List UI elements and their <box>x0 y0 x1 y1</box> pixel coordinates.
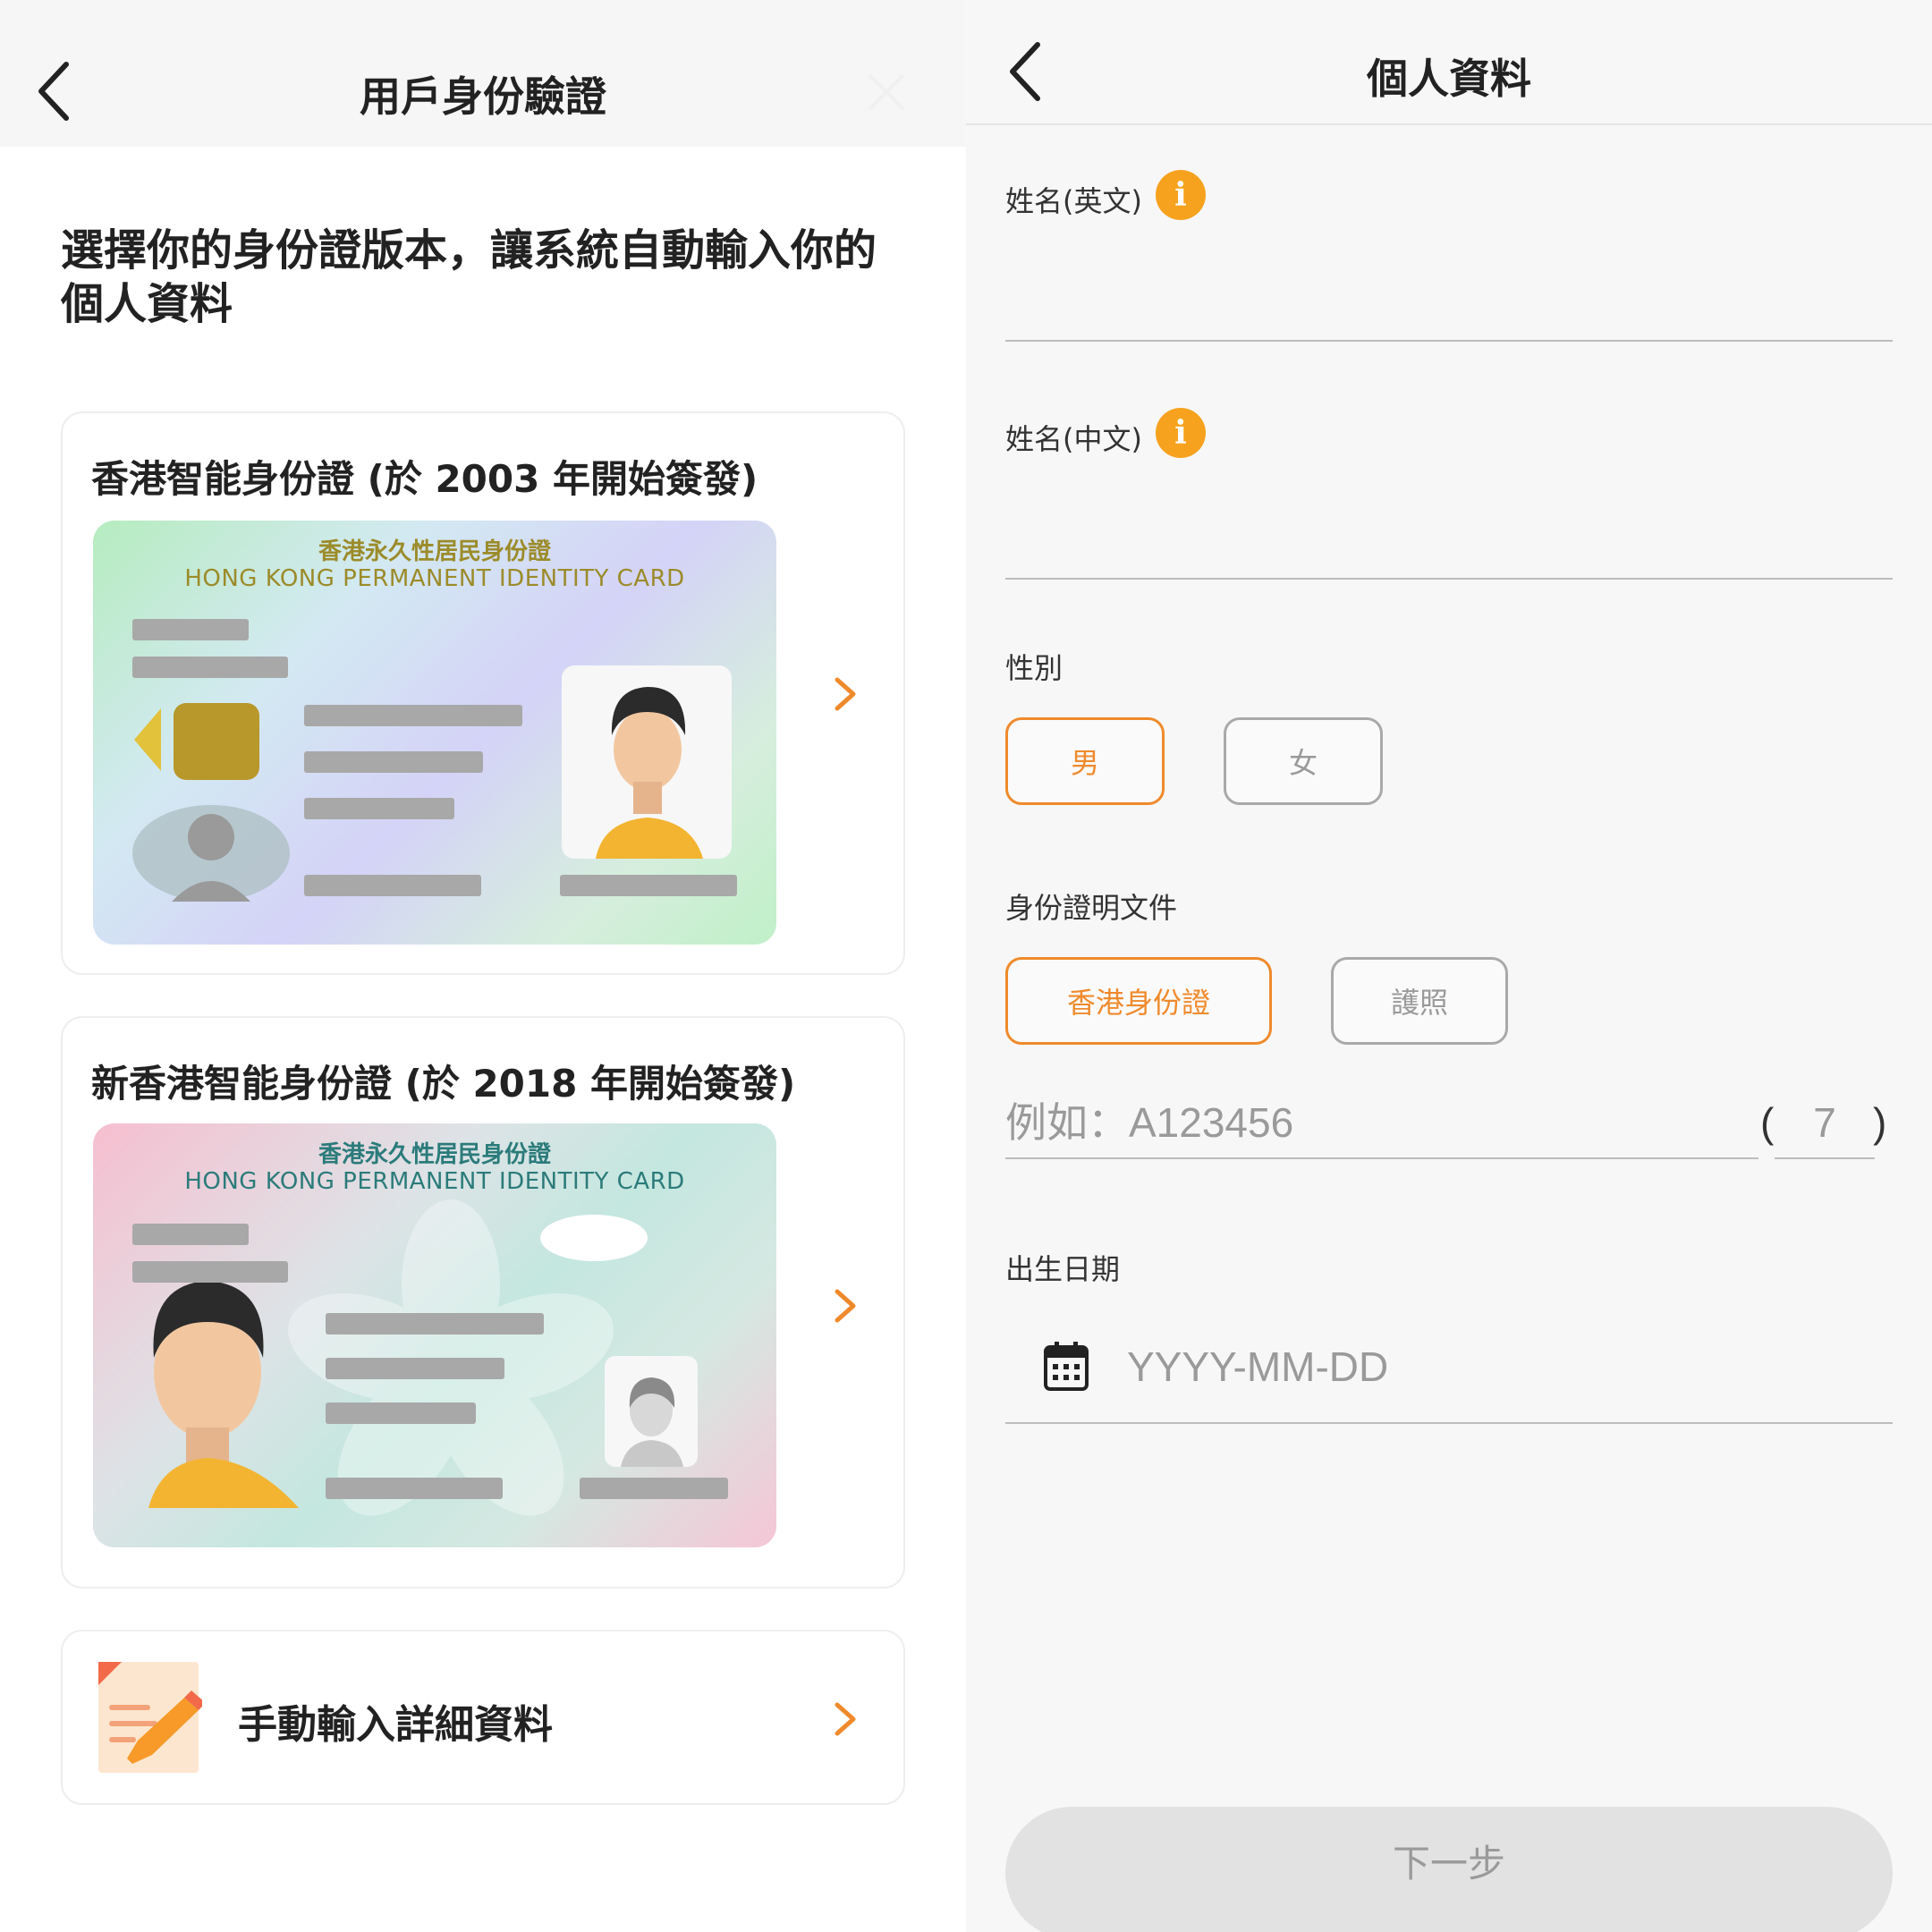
right-header: 個人資料 <box>966 0 1932 125</box>
page-title: 個人資料 <box>1367 55 1531 103</box>
chevron-right-icon <box>835 1702 856 1736</box>
intro-text: 選擇你的身份證版本，讓系統自動輸入你的個人資料 <box>61 225 877 329</box>
calendar-icon[interactable] <box>1043 1340 1089 1392</box>
close-icon[interactable] <box>864 70 909 114</box>
gender-label: 性別 <box>1005 651 1063 685</box>
id-verification-screen: 用戶身份驗證 選擇你的身份證版本，讓系統自動輸入你的個人資料 香港智能身份證 (… <box>0 0 966 1932</box>
info-icon[interactable]: i <box>1156 170 1206 220</box>
gender-male-button[interactable]: 男 <box>1005 717 1165 805</box>
card-english-heading: HONG KONG PERMANENT IDENTITY CARD <box>184 1168 685 1195</box>
id-card-option-2018[interactable]: 新香港智能身份證 (於 2018 年開始簽發) 香港永久性居民身份證 HONG … <box>61 1016 905 1589</box>
edit-document-icon <box>98 1662 202 1773</box>
check-digit-close-paren: ) <box>1873 1099 1887 1146</box>
chinese-name-label: 姓名(中文) <box>1005 422 1142 456</box>
card-chinese-heading: 香港永久性居民身份證 <box>318 538 551 565</box>
card-option-title: 新香港智能身份證 (於 2018 年開始簽發) <box>91 1062 796 1106</box>
english-name-input[interactable] <box>1005 270 1893 342</box>
id-number-input[interactable] <box>1005 1088 1758 1159</box>
left-header: 用戶身份驗證 <box>0 0 966 147</box>
chevron-right-icon <box>835 677 856 711</box>
dob-field[interactable] <box>1005 1308 1893 1424</box>
english-name-label: 姓名(英文) <box>1005 184 1142 218</box>
check-digit-input[interactable] <box>1775 1088 1875 1159</box>
id-card-illustration-2018: 香港永久性居民身份證 HONG KONG PERMANENT IDENTITY … <box>93 1123 776 1547</box>
doc-passport-button[interactable]: 護照 <box>1331 957 1508 1045</box>
page-title: 用戶身份驗證 <box>360 72 606 121</box>
chinese-name-input[interactable] <box>1005 508 1893 580</box>
card-chinese-heading: 香港永久性居民身份證 <box>318 1141 551 1168</box>
personal-info-screen: 個人資料 姓名(英文) i 姓名(中文) i 性別 男 女 身份證明文件 香港身… <box>966 0 1932 1932</box>
gender-female-button[interactable]: 女 <box>1224 717 1383 805</box>
check-digit-open-paren: ( <box>1760 1099 1775 1146</box>
dob-label: 出生日期 <box>1005 1252 1121 1286</box>
card-english-heading: HONG KONG PERMANENT IDENTITY CARD <box>184 565 685 592</box>
info-icon[interactable]: i <box>1156 408 1206 458</box>
next-step-button[interactable]: 下一步 <box>1005 1807 1893 1932</box>
chevron-right-icon <box>835 1289 856 1323</box>
doc-hkid-button[interactable]: 香港身份證 <box>1005 957 1272 1045</box>
manual-entry-option[interactable]: 手動輸入詳細資料 <box>61 1630 905 1805</box>
id-card-option-2003[interactable]: 香港智能身份證 (於 2003 年開始簽發) 香港永久性居民身份證 HONG K… <box>61 411 905 975</box>
id-card-illustration-2003: 香港永久性居民身份證 HONG KONG PERMANENT IDENTITY … <box>93 521 776 945</box>
document-type-label: 身份證明文件 <box>1005 891 1178 925</box>
manual-entry-label: 手動輸入詳細資料 <box>238 1702 553 1748</box>
card-option-title: 香港智能身份證 (於 2003 年開始簽發) <box>91 457 758 501</box>
dob-input[interactable] <box>1127 1331 1860 1402</box>
